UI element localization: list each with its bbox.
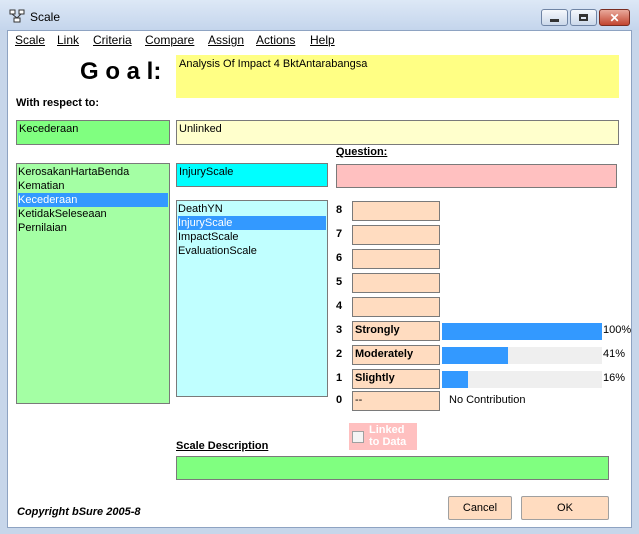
menu-help[interactable]: Help: [310, 33, 335, 47]
maximize-icon: [579, 14, 588, 21]
list-item[interactable]: InjuryScale: [178, 216, 326, 230]
level-number: 1: [336, 372, 343, 384]
level-label-input[interactable]: [352, 225, 440, 245]
list-item[interactable]: ImpactScale: [178, 230, 326, 244]
minimize-button[interactable]: [541, 9, 568, 26]
no-contribution-note: No Contribution: [449, 394, 526, 406]
level-label-input[interactable]: [352, 201, 440, 221]
app-icon: [9, 9, 25, 23]
level-percent: 100%: [603, 324, 632, 336]
level-weight-bar: [442, 371, 602, 388]
list-item[interactable]: EvaluationScale: [178, 244, 326, 258]
level-number: 3: [336, 324, 343, 336]
level-percent: 41%: [603, 348, 626, 360]
list-item[interactable]: KerosakanHartaBenda: [18, 165, 168, 179]
linked-to-data-checkbox[interactable]: Linked to Data: [349, 423, 417, 450]
level-number: 6: [336, 252, 343, 264]
criteria-list[interactable]: KerosakanHartaBenda Kematian Kecederaan Ket…: [16, 163, 170, 404]
close-icon: ✕: [609, 10, 620, 25]
list-item[interactable]: Kematian: [18, 179, 168, 193]
question-input[interactable]: [336, 164, 617, 188]
goal-label: G o a l:: [80, 58, 162, 85]
ok-button[interactable]: OK: [521, 496, 609, 520]
maximize-button[interactable]: [570, 9, 597, 26]
checkbox-icon: [352, 431, 364, 443]
copyright-text: Copyright bSure 2005-8: [17, 506, 141, 518]
level-number: 5: [336, 276, 343, 288]
level-number: 0: [336, 394, 343, 406]
list-item[interactable]: Kecederaan: [18, 193, 168, 207]
level-label-input[interactable]: Strongly: [352, 321, 440, 341]
level-number: 4: [336, 300, 343, 312]
menu-bar: Scale Link Criteria Compare Assign Actio…: [8, 31, 631, 49]
level-weight-fill: [442, 323, 602, 340]
scale-description-input[interactable]: [176, 456, 609, 480]
menu-actions[interactable]: Actions: [256, 33, 295, 47]
level-label-input[interactable]: [352, 249, 440, 269]
respect-criterion: Kecederaan: [16, 120, 170, 145]
linked-label-line2: to Data: [369, 436, 407, 448]
level-label-input[interactable]: --: [352, 391, 440, 411]
level-label-input[interactable]: Moderately: [352, 345, 440, 365]
linked-label-line1: Linked: [369, 424, 405, 436]
minimize-icon: [550, 19, 559, 22]
level-weight-fill: [442, 347, 508, 364]
client-area: Scale Link Criteria Compare Assign Actio…: [7, 30, 632, 528]
level-number: 7: [336, 228, 343, 240]
window-title: Scale: [30, 10, 61, 24]
with-respect-to-label: With respect to:: [16, 97, 100, 109]
scale-name[interactable]: InjuryScale: [176, 163, 328, 187]
close-button[interactable]: ✕: [599, 9, 630, 26]
menu-assign[interactable]: Assign: [208, 33, 244, 47]
level-percent: 16%: [603, 372, 626, 384]
level-label-input[interactable]: [352, 273, 440, 293]
level-label-input[interactable]: [352, 297, 440, 317]
list-item[interactable]: Pernilaian: [18, 221, 168, 235]
cancel-button[interactable]: Cancel: [448, 496, 512, 520]
level-weight-bar: [442, 323, 602, 340]
menu-scale[interactable]: Scale: [15, 33, 45, 47]
level-weight-bar: [442, 347, 602, 364]
question-label: Question:: [336, 146, 388, 158]
menu-criteria[interactable]: Criteria: [93, 33, 132, 47]
scale-description-label: Scale Description: [176, 440, 269, 452]
menu-compare[interactable]: Compare: [145, 33, 194, 47]
level-weight-fill: [442, 371, 468, 388]
scale-list[interactable]: DeathYN InjuryScale ImpactScale EvaluationS…: [176, 200, 328, 397]
level-number: 2: [336, 348, 343, 360]
link-status: Unlinked: [176, 120, 619, 145]
list-item[interactable]: DeathYN: [178, 202, 326, 216]
menu-link[interactable]: Link: [57, 33, 79, 47]
list-item[interactable]: KetidakSeleseaan: [18, 207, 168, 221]
level-label-input[interactable]: Slightly: [352, 369, 440, 389]
goal-text: Analysis Of Impact 4 BktAntarabangsa: [176, 55, 619, 98]
level-number: 8: [336, 204, 343, 216]
